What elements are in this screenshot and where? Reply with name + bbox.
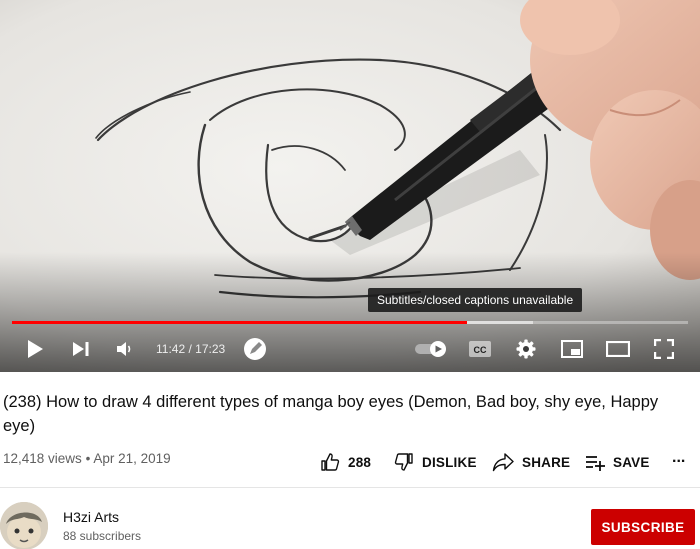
volume-icon [117,342,131,356]
mute-button[interactable] [110,330,140,368]
playlist-add-icon [586,456,605,471]
subscribe-button[interactable]: SUBSCRIBE [591,509,695,545]
cc-label: CC [474,345,487,355]
save-button[interactable]: SAVE [585,450,650,474]
avatar[interactable] [0,502,48,549]
video-player[interactable]: Subtitles/closed captions unavailable 11… [0,0,700,372]
duration: 17:23 [195,342,226,356]
action-bar: 288 DISLIKE SHARE SAVE ... [0,449,700,474]
more-actions-button[interactable]: ... [672,446,685,470]
played-bar [12,321,467,324]
share-button[interactable]: SHARE [492,450,570,474]
player-controls: 11:42 / 17:23 CC [0,330,700,368]
like-count: 288 [348,454,372,470]
share-label: SHARE [522,454,571,470]
gear-icon [516,339,536,359]
chapter-thumbnail[interactable] [241,330,269,368]
current-time: 11:42 [156,342,186,356]
time-display: 11:42 / 17:23 [156,330,225,368]
fullscreen-button[interactable] [650,330,678,368]
dislike-label: DISLIKE [422,454,477,470]
cc-icon: CC [469,341,491,357]
next-button[interactable] [66,330,96,368]
share-icon [492,453,514,472]
autoplay-toggle[interactable] [414,330,450,368]
save-label: SAVE [613,454,650,470]
miniplayer-button[interactable] [558,330,586,368]
video-title: (238) How to draw 4 different types of m… [3,393,659,435]
captions-button[interactable]: CC [466,330,494,368]
thumbs-down-icon [394,453,413,471]
pencil-icon [244,338,266,360]
miniplayer-icon [561,340,583,358]
settings-button[interactable] [512,330,540,368]
play-icon [28,340,43,358]
thumbs-up-icon [321,453,340,471]
next-icon [73,342,89,356]
play-button[interactable] [20,330,50,368]
section-divider [0,487,700,488]
time-separator: / [188,342,192,356]
captions-tooltip: Subtitles/closed captions unavailable [368,288,583,312]
channel-name[interactable]: H3zi Arts [63,509,119,525]
subscriber-count: 88 subscribers [63,529,142,543]
like-button[interactable]: 288 [320,450,371,474]
avatar-image [0,502,48,549]
progress-bar[interactable] [12,321,688,324]
more-icon: ... [672,449,686,466]
autoplay-toggle-icon [415,341,446,357]
theater-icon [606,341,630,357]
fullscreen-icon [654,339,674,359]
theater-mode-button[interactable] [603,330,633,368]
dislike-button[interactable]: DISLIKE [394,450,477,474]
